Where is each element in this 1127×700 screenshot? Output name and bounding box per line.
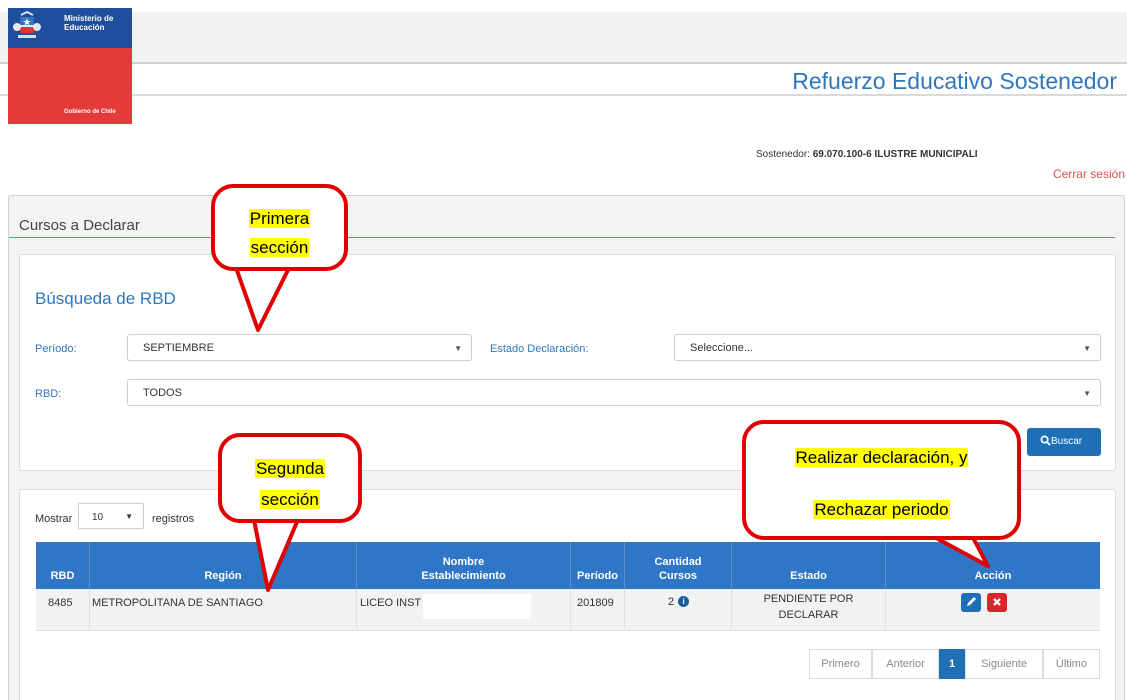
edit-pencil-icon <box>966 597 976 607</box>
col-header-region[interactable]: Región <box>90 542 357 589</box>
col-header-accion: Acción <box>974 570 1012 582</box>
col-header-rbd[interactable]: RBD <box>36 542 90 589</box>
logout-link[interactable]: Cerrar sesión <box>1053 167 1125 181</box>
estado-value: Seleccione... <box>690 342 753 354</box>
redaction-mask <box>423 594 531 619</box>
sostenedor-info: Sostenedor: 69.070.100-6 ILUSTRE MUNICIP… <box>756 149 978 160</box>
page-length-select[interactable]: 10 ▼ <box>78 503 144 529</box>
cell-estado-l2: DECLARAR <box>778 609 839 621</box>
caret-down-icon: ▼ <box>1083 389 1091 398</box>
panel-divider <box>9 237 1115 238</box>
pager-current[interactable]: 1 <box>939 649 965 679</box>
mostrar-label: Mostrar <box>35 513 73 525</box>
callout-primera-seccion: Primera sección <box>211 184 348 271</box>
buscar-label: Buscar <box>1051 436 1083 447</box>
search-title: Búsqueda de RBD <box>35 289 176 308</box>
info-icon[interactable]: i <box>678 596 690 607</box>
callout-accion: Realizar declaración, y Rechazar periodo <box>742 420 1021 540</box>
rbd-value: TODOS <box>143 387 182 399</box>
estado-label: Estado Declaración: <box>490 343 589 355</box>
app-title: Refuerzo Educativo Sostenedor <box>792 68 1117 94</box>
periodo-value: SEPTIEMBRE <box>143 342 214 354</box>
cell-region: METROPOLITANA DE SANTIAGO <box>92 597 263 609</box>
cell-periodo: 201809 <box>577 597 614 609</box>
rechazar-button[interactable] <box>987 593 1007 612</box>
cell-estado-l1: PENDIENTE POR <box>763 593 854 605</box>
logo-line2: Educación <box>64 23 105 32</box>
registros-label: registros <box>152 513 195 525</box>
cell-nombre: LICEO INST <box>360 597 422 609</box>
rbd-select[interactable]: TODOS ▼ <box>127 379 1101 406</box>
buscar-button[interactable]: Buscar <box>1027 428 1101 456</box>
table-row: 8485 METROPOLITANA DE SANTIAGO LICEO INS… <box>36 589 1100 631</box>
ministerio-logo[interactable]: Ministerio de Educación Gobierno de Chil… <box>8 8 132 124</box>
table-header: RBD Región Nombre Establecimiento Períod… <box>36 542 1100 589</box>
callout-primera-l1: Primera <box>248 209 311 228</box>
sostenedor-label: Sostenedor: <box>756 149 810 160</box>
estado-select[interactable]: Seleccione... ▼ <box>674 334 1101 361</box>
pager-next[interactable]: Siguiente <box>965 649 1043 679</box>
col-header-periodo[interactable]: Período <box>571 542 625 589</box>
caret-down-icon: ▼ <box>125 512 133 521</box>
callout-segunda-l2: sección <box>260 490 320 509</box>
periodo-select[interactable]: SEPTIEMBRE ▼ <box>127 334 472 361</box>
col-header-cantidad[interactable]: Cantidad Cursos <box>625 542 732 589</box>
logo-line3: Gobierno de Chile <box>64 109 116 115</box>
cell-cantidad: 2i <box>668 596 690 608</box>
pager-last[interactable]: Último <box>1043 649 1100 679</box>
callout-primera-l2: sección <box>249 238 310 257</box>
panel-title: Cursos a Declarar <box>19 217 140 234</box>
caret-down-icon: ▼ <box>1083 344 1091 353</box>
declarar-button[interactable] <box>961 593 981 612</box>
callout-accion-l1: Realizar declaración, y <box>794 448 969 467</box>
pager-prev[interactable]: Anterior <box>872 649 939 679</box>
periodo-label: Período: <box>35 343 77 355</box>
pager-first[interactable]: Primero <box>809 649 872 679</box>
logo-line1: Ministerio de <box>64 14 114 23</box>
cell-rbd: 8485 <box>48 597 73 609</box>
header-top-band <box>0 12 1127 64</box>
search-icon <box>1040 435 1051 446</box>
col-header-estado[interactable]: Estado <box>732 542 886 589</box>
callout-accion-l2: Rechazar periodo <box>813 500 950 519</box>
rbd-label: RBD: <box>35 388 62 400</box>
caret-down-icon: ▼ <box>454 344 462 353</box>
callout-segunda-seccion: Segunda sección <box>218 433 362 523</box>
sostenedor-value: 69.070.100-6 ILUSTRE MUNICIPALI <box>812 149 978 160</box>
escudo-chile-icon <box>13 11 41 38</box>
col-header-nombre[interactable]: Nombre Establecimiento <box>357 542 571 589</box>
close-x-icon <box>993 598 1001 606</box>
page-length-value: 10 <box>92 512 104 523</box>
callout-segunda-l1: Segunda <box>254 459 326 478</box>
